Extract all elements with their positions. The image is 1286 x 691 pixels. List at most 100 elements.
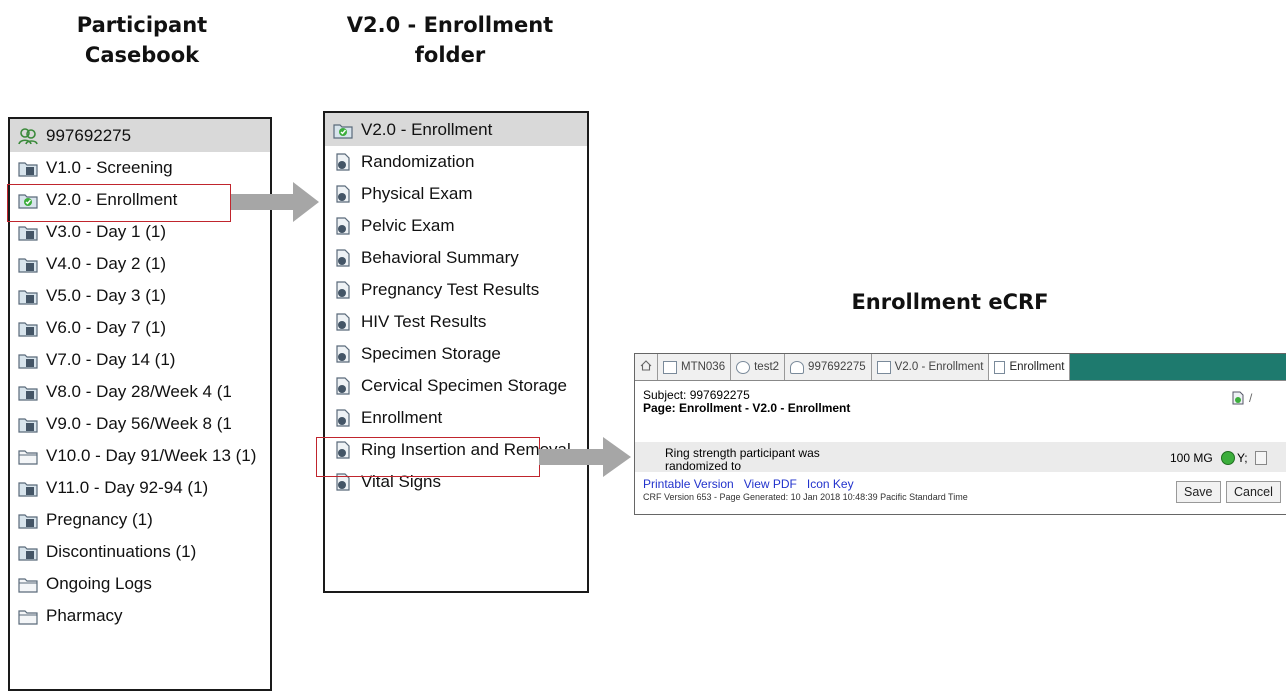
answer-flag: Y;: [1237, 451, 1248, 465]
form-icon: [333, 345, 353, 363]
folder-heading: V2.0 - Enrollment folder: [330, 10, 570, 70]
form-icon: [333, 185, 353, 203]
casebook-folder-label: Pregnancy (1): [46, 510, 153, 529]
folder-icon: [876, 360, 891, 374]
casebook-folder-label: V9.0 - Day 56/Week 8 (1: [46, 414, 232, 433]
site-icon: [736, 360, 751, 374]
tab-subject-label: 997692275: [808, 361, 866, 373]
casebook-folder-item[interactable]: V6.0 - Day 7 (1): [10, 312, 270, 344]
form-list-item[interactable]: Pelvic Exam: [325, 210, 587, 242]
casebook-folder-item[interactable]: Pregnancy (1): [10, 504, 270, 536]
form-list-item[interactable]: Specimen Storage: [325, 338, 587, 370]
form-list-item[interactable]: Physical Exam: [325, 178, 587, 210]
casebook-folder-label: V7.0 - Day 14 (1): [46, 350, 176, 369]
green-status-icon: [1221, 451, 1235, 465]
casebook-folder-item[interactable]: Pharmacy: [10, 600, 270, 632]
casebook-folder-item[interactable]: Ongoing Logs: [10, 568, 270, 600]
ecrf-panel: MTN036 test2 997692275 V2.0 - Enrollment…: [634, 353, 1286, 515]
folder-form-icon: [18, 287, 38, 305]
form-icon: [333, 409, 353, 427]
casebook-folder-item[interactable]: Discontinuations (1): [10, 536, 270, 568]
form-list-label: HIV Test Results: [361, 312, 487, 331]
tab-form-label: Enrollment: [1009, 361, 1065, 373]
form-list-item[interactable]: Enrollment: [325, 402, 587, 434]
casebook-folder-label: Ongoing Logs: [46, 574, 152, 593]
printable-version-link[interactable]: Printable Version: [643, 477, 734, 491]
folder-form-icon: [18, 511, 38, 529]
ecrf-breadcrumb-tabs: MTN036 test2 997692275 V2.0 - Enrollment…: [635, 354, 1286, 381]
study-icon: [663, 360, 677, 374]
casebook-folder-label: V1.0 - Screening: [46, 158, 173, 177]
save-button[interactable]: Save: [1176, 481, 1221, 503]
casebook-folder-item[interactable]: V4.0 - Day 2 (1): [10, 248, 270, 280]
folder-header-row[interactable]: V2.0 - Enrollment: [325, 113, 587, 146]
tab-study[interactable]: MTN036: [658, 354, 732, 380]
folder-form-icon: [18, 223, 38, 241]
tab-folder-label: V2.0 - Enrollment: [894, 361, 984, 373]
tab-folder[interactable]: V2.0 - Enrollment: [871, 354, 990, 380]
folder-complete-icon: [333, 121, 353, 139]
view-pdf-link[interactable]: View PDF: [744, 477, 797, 491]
folder-form-icon: [18, 543, 38, 561]
ecrf-heading-text: Enrollment eCRF: [851, 290, 1049, 314]
home-tab[interactable]: [635, 354, 658, 380]
form-list-item[interactable]: Cervical Specimen Storage: [325, 370, 587, 402]
folder-form-icon: [18, 351, 38, 369]
enrollment-form-highlight: [316, 437, 540, 477]
form-list-label: Enrollment: [361, 408, 443, 427]
subject-icon: [18, 127, 38, 145]
folder-header-label: V2.0 - Enrollment: [361, 120, 493, 139]
casebook-folder-item[interactable]: V10.0 - Day 91/Week 13 (1): [10, 440, 270, 472]
form-list-item[interactable]: Randomization: [325, 146, 587, 178]
form-icon: [994, 360, 1006, 374]
form-list-label: Randomization: [361, 152, 475, 171]
folder-form-icon: [18, 319, 38, 337]
casebook-subject-label: 997692275: [46, 126, 132, 145]
edit-icon[interactable]: /: [1249, 391, 1252, 405]
casebook-folder-item[interactable]: V9.0 - Day 56/Week 8 (1: [10, 408, 270, 440]
folder-form-icon: [18, 415, 38, 433]
ecrf-page: Page: Enrollment - V2.0 - Enrollment: [643, 401, 851, 415]
folder-empty-icon: [18, 607, 38, 625]
folder-form-icon: [18, 255, 38, 273]
folder-empty-icon: [18, 447, 38, 465]
tab-subject[interactable]: 997692275: [785, 354, 872, 380]
cancel-button[interactable]: Cancel: [1226, 481, 1281, 503]
form-list-label: Pelvic Exam: [361, 216, 455, 235]
subject-icon: [790, 360, 805, 374]
form-list-label: Pregnancy Test Results: [361, 280, 540, 299]
tab-site[interactable]: test2: [731, 354, 786, 380]
casebook-heading: Participant Casebook: [62, 10, 222, 70]
tab-site-label: test2: [754, 361, 780, 373]
casebook-folder-item[interactable]: V8.0 - Day 28/Week 4 (1: [10, 376, 270, 408]
arrow-folder-to-ecrf: [539, 437, 631, 477]
form-list-label: Physical Exam: [361, 184, 473, 203]
casebook-folder-item[interactable]: V11.0 - Day 92-94 (1): [10, 472, 270, 504]
icon-key-link[interactable]: Icon Key: [807, 477, 854, 491]
folder-empty-icon: [18, 575, 38, 593]
audit-icon[interactable]: [1255, 451, 1267, 465]
casebook-folder-item[interactable]: V7.0 - Day 14 (1): [10, 344, 270, 376]
casebook-folder-label: V10.0 - Day 91/Week 13 (1): [46, 446, 257, 465]
enrollment-folder-highlight: [7, 184, 231, 222]
casebook-subject-row[interactable]: 997692275: [10, 119, 270, 152]
ecrf-heading: Enrollment eCRF: [850, 287, 1050, 317]
casebook-folder-label: Discontinuations (1): [46, 542, 197, 561]
form-list-label: Specimen Storage: [361, 344, 501, 363]
form-status-icon[interactable]: [1231, 391, 1245, 408]
casebook-folder-label: V11.0 - Day 92-94 (1): [46, 478, 209, 497]
form-list-item[interactable]: HIV Test Results: [325, 306, 587, 338]
form-list-item[interactable]: Pregnancy Test Results: [325, 274, 587, 306]
form-list-item[interactable]: Behavioral Summary: [325, 242, 587, 274]
casebook-folder-label: V6.0 - Day 7 (1): [46, 318, 166, 337]
folder-form-icon: [18, 479, 38, 497]
form-icon: [333, 313, 353, 331]
casebook-folder-item[interactable]: V5.0 - Day 3 (1): [10, 280, 270, 312]
casebook-folder-label: V4.0 - Day 2 (1): [46, 254, 166, 273]
form-list-label: Behavioral Summary: [361, 248, 519, 267]
casebook-folder-label: V8.0 - Day 28/Week 4 (1: [46, 382, 232, 401]
form-icon: [333, 281, 353, 299]
form-icon: [333, 377, 353, 395]
folder-panel: V2.0 - Enrollment Randomization Physical …: [323, 111, 589, 593]
tab-form[interactable]: Enrollment: [989, 354, 1071, 380]
